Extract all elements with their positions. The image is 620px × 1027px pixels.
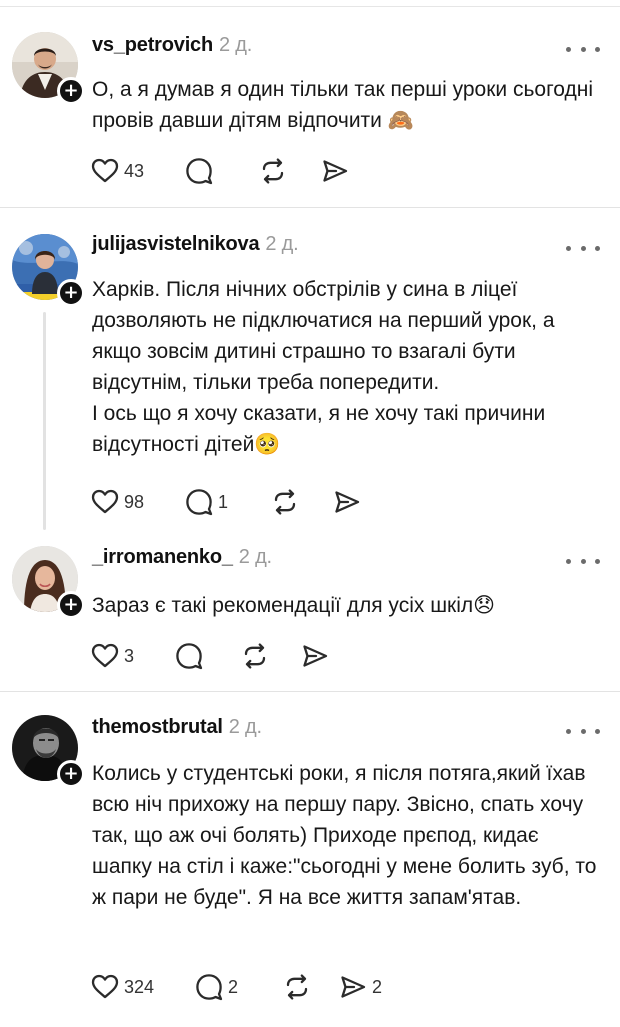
post-1-actions: 43 bbox=[90, 155, 380, 187]
post-time: 2 д. bbox=[265, 233, 299, 255]
post-3-text: Зараз є такі рекомендації для усіх шкіл😞 bbox=[92, 590, 602, 621]
username-text[interactable]: themostbrutal bbox=[92, 716, 223, 738]
repost-button[interactable] bbox=[282, 971, 338, 1003]
post-2-actions: 98 1 bbox=[90, 486, 392, 518]
heart-icon bbox=[91, 489, 119, 514]
follow-plus-icon[interactable]: + bbox=[57, 279, 85, 307]
more-dots-icon[interactable] bbox=[566, 724, 600, 738]
divider bbox=[0, 207, 620, 208]
share-count: 2 bbox=[372, 976, 383, 997]
post-time: 2 д. bbox=[238, 546, 272, 568]
post-3-actions: 3 bbox=[90, 640, 360, 672]
like-button[interactable]: 324 bbox=[90, 971, 194, 1003]
username-text[interactable]: vs_petrovich bbox=[92, 34, 213, 56]
post-text-paragraph: Зараз є такі рекомендації для усіх шкіл😞 bbox=[92, 594, 496, 617]
repost-button[interactable] bbox=[240, 640, 300, 672]
reply-button[interactable] bbox=[174, 640, 240, 672]
share-button[interactable]: 2 bbox=[338, 971, 398, 1003]
comment-icon bbox=[186, 158, 213, 185]
like-button[interactable]: 3 bbox=[90, 640, 174, 672]
thread-line bbox=[43, 312, 46, 530]
more-dots-icon[interactable] bbox=[566, 241, 600, 255]
send-icon bbox=[335, 491, 360, 513]
username-text[interactable]: _irromanenko_ bbox=[92, 546, 233, 568]
comment-icon bbox=[186, 489, 213, 516]
post-1-text: О, а я думав я один тільки так перші уро… bbox=[92, 74, 602, 136]
repost-button[interactable] bbox=[258, 155, 320, 187]
like-count: 98 bbox=[124, 491, 145, 512]
follow-plus-icon[interactable]: + bbox=[57, 77, 85, 105]
send-icon bbox=[323, 160, 348, 182]
post-2-username[interactable]: julijasvistelnikova 2 д. bbox=[92, 233, 299, 256]
reply-count: 2 bbox=[228, 976, 239, 997]
send-icon bbox=[341, 976, 366, 998]
share-button[interactable] bbox=[320, 155, 380, 187]
like-count: 43 bbox=[124, 160, 145, 181]
post-text-paragraph: Колись у студентські роки, я після потяг… bbox=[92, 762, 597, 909]
post-4-avatar[interactable]: + bbox=[12, 715, 85, 788]
comment-icon bbox=[196, 974, 223, 1001]
like-button[interactable]: 98 bbox=[90, 486, 184, 518]
heart-icon bbox=[91, 974, 119, 999]
repost-icon bbox=[274, 489, 296, 515]
divider bbox=[0, 691, 620, 692]
like-button[interactable]: 43 bbox=[90, 155, 184, 187]
post-2-avatar[interactable]: + bbox=[12, 234, 85, 307]
share-button[interactable] bbox=[300, 640, 360, 672]
share-button[interactable] bbox=[332, 486, 392, 518]
post-1-username[interactable]: vs_petrovich 2 д. bbox=[92, 34, 252, 57]
post-time: 2 д. bbox=[219, 34, 253, 56]
send-icon bbox=[303, 645, 328, 667]
reply-button[interactable]: 1 bbox=[184, 486, 270, 518]
comment-icon bbox=[176, 643, 203, 670]
post-2-text: Харків. Після нічних обстрілів у сина в … bbox=[92, 274, 602, 460]
heart-icon bbox=[91, 643, 119, 668]
repost-icon bbox=[244, 643, 266, 669]
reply-count: 1 bbox=[218, 491, 229, 512]
reply-button[interactable] bbox=[184, 155, 258, 187]
repost-icon bbox=[262, 158, 284, 184]
more-dots-icon[interactable] bbox=[566, 554, 600, 568]
post-4-text: Колись у студентські роки, я після потяг… bbox=[92, 758, 602, 913]
post-text-paragraph: І ось що я хочу сказати, я не хочу такі … bbox=[92, 402, 546, 456]
like-count: 324 bbox=[124, 976, 155, 997]
post-4-username[interactable]: themostbrutal 2 д. bbox=[92, 716, 262, 739]
post-4-actions: 324 2 2 bbox=[90, 971, 398, 1003]
post-text-paragraph: О, а я думав я один тільки так перші уро… bbox=[92, 78, 594, 132]
reply-button[interactable]: 2 bbox=[194, 971, 282, 1003]
post-text-paragraph: Харків. Після нічних обстрілів у сина в … bbox=[92, 278, 555, 394]
heart-icon bbox=[91, 158, 119, 183]
post-time: 2 д. bbox=[228, 716, 262, 738]
follow-plus-icon[interactable]: + bbox=[57, 591, 85, 619]
post-1-avatar[interactable]: + bbox=[12, 32, 85, 105]
post-3-username[interactable]: _irromanenko_ 2 д. bbox=[92, 546, 272, 569]
like-count: 3 bbox=[124, 645, 135, 666]
top-divider bbox=[0, 6, 620, 7]
more-dots-icon[interactable] bbox=[566, 42, 600, 56]
repost-icon bbox=[286, 974, 308, 1000]
repost-button[interactable] bbox=[270, 486, 332, 518]
post-3-avatar[interactable]: + bbox=[12, 546, 85, 619]
follow-plus-icon[interactable]: + bbox=[57, 760, 85, 788]
username-text[interactable]: julijasvistelnikova bbox=[92, 233, 260, 255]
